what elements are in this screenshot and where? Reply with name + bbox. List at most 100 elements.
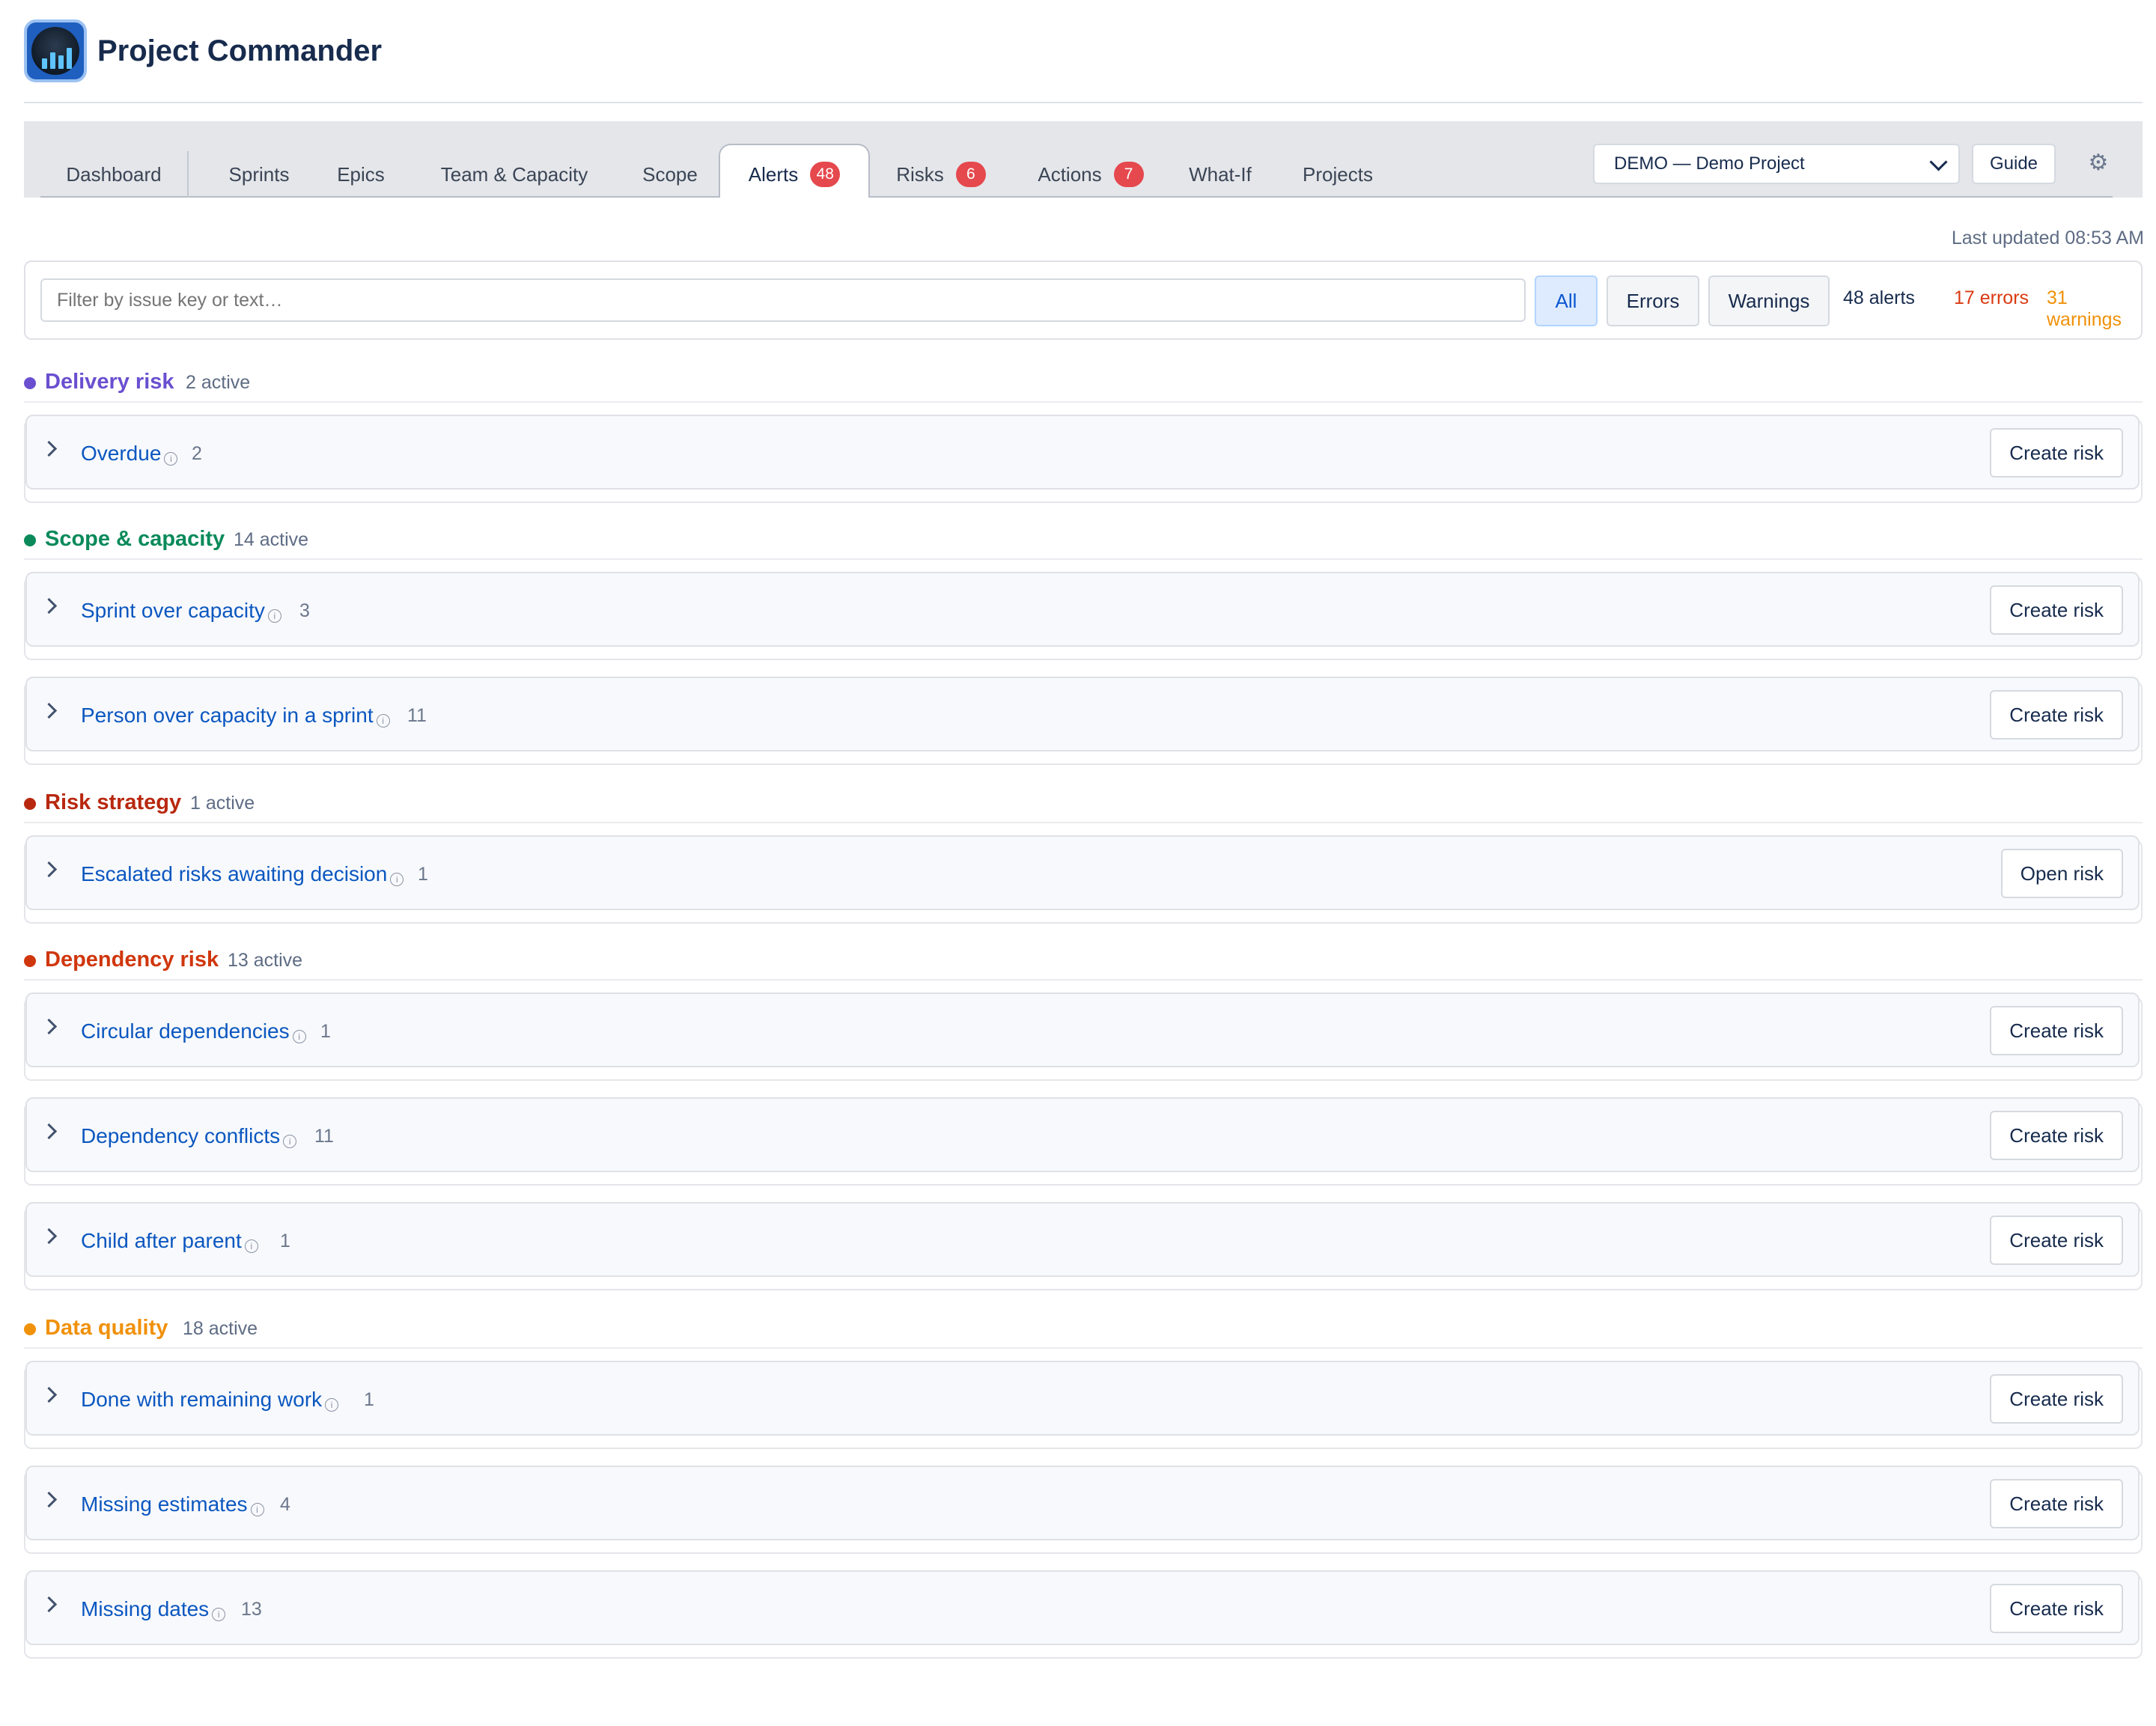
section-dot <box>24 955 36 967</box>
alert-title[interactable]: Dependency conflicts i <box>81 1124 297 1148</box>
create-risk-button[interactable]: Create risk <box>1990 1374 2123 1424</box>
tab-separator <box>187 151 189 198</box>
risks-count-badge: 6 <box>955 162 986 187</box>
card-body: Done with remaining work i 1 Create risk <box>25 1361 2140 1436</box>
gear-icon[interactable]: ⚙ <box>2084 148 2113 177</box>
chevron-right-icon[interactable] <box>40 1228 58 1245</box>
section-scope-capacity: Scope & capacity 14 active <box>24 524 2143 560</box>
section-dot <box>24 798 36 810</box>
info-icon[interactable]: i <box>390 873 404 886</box>
create-risk-button[interactable]: Create risk <box>1990 1006 2123 1055</box>
tab-actions[interactable]: Actions 7 <box>1024 145 1157 198</box>
info-icon[interactable]: i <box>250 1503 264 1516</box>
alert-card[interactable]: Person over capacity in a sprint i 11 Cre… <box>24 677 2143 765</box>
tab-team-capacity[interactable]: Team & Capacity <box>428 145 600 198</box>
alert-card[interactable]: Child after parent i 1 Create risk <box>24 1202 2143 1290</box>
info-icon[interactable]: i <box>267 609 281 623</box>
alert-title[interactable]: Person over capacity in a sprint i <box>81 704 390 728</box>
info-icon[interactable]: i <box>164 452 178 466</box>
info-icon[interactable]: i <box>283 1135 297 1148</box>
tab-scope[interactable]: Scope <box>629 145 711 198</box>
info-icon[interactable]: i <box>212 1608 226 1621</box>
alert-title-text: Overdue <box>81 442 162 465</box>
chevron-right-icon[interactable] <box>40 702 58 719</box>
section-dot <box>24 1323 36 1335</box>
info-icon[interactable]: i <box>325 1398 339 1412</box>
alert-card[interactable]: Missing estimates i 4 Create risk <box>24 1466 2143 1554</box>
chevron-right-icon[interactable] <box>40 597 58 615</box>
tab-dashboard[interactable]: Dashboard <box>42 145 186 198</box>
alert-card[interactable]: Overdue i 2 Create risk <box>24 415 2143 503</box>
alert-title[interactable]: Missing estimates i <box>81 1492 264 1516</box>
filter-errors-button[interactable]: Errors <box>1607 275 1699 326</box>
alert-count: 1 <box>280 1231 290 1251</box>
chevron-down-icon <box>1929 153 1948 171</box>
chevron-right-icon[interactable] <box>40 1018 58 1035</box>
alert-card[interactable]: Circular dependencies i 1 Create risk <box>24 992 2143 1081</box>
card-body: Overdue i 2 Create risk <box>25 415 2140 490</box>
alert-card[interactable]: Dependency conflicts i 11 Create risk <box>24 1097 2143 1186</box>
alert-count: 2 <box>192 443 202 464</box>
alert-count: 11 <box>407 705 427 726</box>
info-icon[interactable]: i <box>244 1239 258 1253</box>
section-data-quality: Data quality 18 active <box>24 1313 2143 1349</box>
info-icon[interactable]: i <box>292 1030 306 1043</box>
alert-title[interactable]: Done with remaining work i <box>81 1388 339 1412</box>
create-risk-button[interactable]: Create risk <box>1990 585 2123 635</box>
alert-card[interactable]: Missing dates i 13 Create risk <box>24 1570 2143 1659</box>
chevron-right-icon[interactable] <box>40 1123 58 1140</box>
card-body: Child after parent i 1 Create risk <box>25 1202 2140 1277</box>
open-risk-button[interactable]: Open risk <box>2000 849 2123 898</box>
filter-all-button[interactable]: All <box>1535 275 1598 326</box>
alert-title-text: Child after parent <box>81 1229 242 1252</box>
tab-what-if[interactable]: What-If <box>1177 145 1264 198</box>
create-risk-button[interactable]: Create risk <box>1990 1216 2123 1265</box>
alert-card[interactable]: Escalated risks awaiting decision i 1 Ope… <box>24 835 2143 924</box>
alert-count: 1 <box>418 864 428 885</box>
tab-epics[interactable]: Epics <box>323 145 398 198</box>
create-risk-button[interactable]: Create risk <box>1990 690 2123 740</box>
section-active-count: 1 active <box>190 793 255 814</box>
chevron-right-icon[interactable] <box>40 1386 58 1403</box>
alert-title[interactable]: Overdue i <box>81 442 178 466</box>
create-risk-button[interactable]: Create risk <box>1990 1584 2123 1633</box>
tab-alerts[interactable]: Alerts 48 <box>719 144 870 198</box>
alert-title[interactable]: Child after parent i <box>81 1229 258 1253</box>
create-risk-button[interactable]: Create risk <box>1990 1111 2123 1160</box>
warnings-count: 31 warnings <box>2047 287 2122 330</box>
tab-risks[interactable]: Risks 6 <box>885 145 997 198</box>
alert-title[interactable]: Sprint over capacity i <box>81 599 281 623</box>
chevron-right-icon[interactable] <box>40 1596 58 1613</box>
tab-sprints[interactable]: Sprints <box>213 145 305 198</box>
info-icon[interactable]: i <box>376 714 390 728</box>
alert-title[interactable]: Circular dependencies i <box>81 1019 306 1043</box>
app-header: Project Commander <box>24 19 2143 103</box>
alert-title[interactable]: Missing dates i <box>81 1597 226 1621</box>
chevron-right-icon[interactable] <box>40 440 58 457</box>
alert-title-text: Escalated risks awaiting decision <box>81 862 388 885</box>
filter-input[interactable] <box>40 278 1526 322</box>
create-risk-button[interactable]: Create risk <box>1990 428 2123 478</box>
alert-card[interactable]: Done with remaining work i 1 Create risk <box>24 1361 2143 1449</box>
section-active-count: 14 active <box>234 529 309 550</box>
radar-chart-icon <box>24 19 87 82</box>
create-risk-button[interactable]: Create risk <box>1990 1479 2123 1528</box>
chevron-right-icon[interactable] <box>40 861 58 878</box>
alert-title-text: Circular dependencies <box>81 1019 290 1043</box>
filter-bar: All Errors Warnings 48 alerts 17 errors … <box>24 260 2143 340</box>
tab-label: Dashboard <box>66 162 162 186</box>
chevron-right-icon[interactable] <box>40 1491 58 1508</box>
alert-title[interactable]: Escalated risks awaiting decision i <box>81 862 404 886</box>
alert-count: 11 <box>314 1126 334 1147</box>
project-select[interactable]: DEMO — Demo Project <box>1593 144 1960 184</box>
app-title: Project Commander <box>97 34 383 67</box>
alert-card[interactable]: Sprint over capacity i 3 Create risk <box>24 572 2143 660</box>
card-body: Person over capacity in a sprint i 11 Cre… <box>25 677 2140 751</box>
tab-projects[interactable]: Projects <box>1289 145 1386 198</box>
tab-label: Alerts <box>748 162 799 186</box>
tab-label: What-If <box>1189 162 1252 186</box>
guide-button[interactable]: Guide <box>1972 144 2056 184</box>
filter-warnings-button[interactable]: Warnings <box>1708 275 1830 326</box>
section-title: Data quality <box>45 1316 168 1340</box>
page: Project Commander Dashboard Sprints Epic… <box>0 0 2156 1726</box>
